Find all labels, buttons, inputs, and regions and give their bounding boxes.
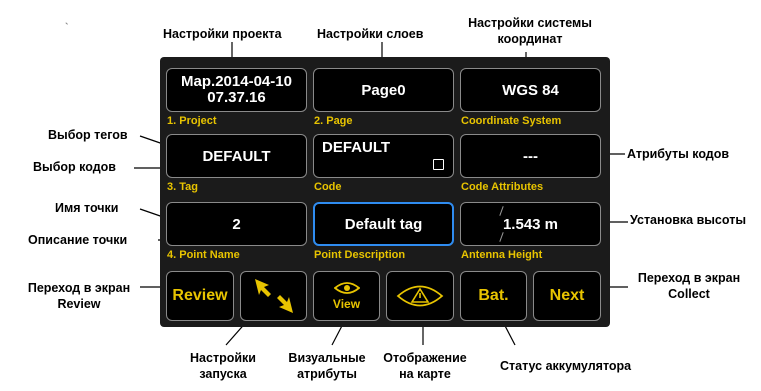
- antenna-tick-bottom: [499, 232, 504, 242]
- point-name-label: 4. Point Name: [167, 249, 240, 261]
- antenna-height-label: Antenna Height: [461, 249, 543, 261]
- annotation-layer-settings: Настройки слоев: [317, 27, 424, 41]
- project-field[interactable]: Map.2014-04-10 07.37.16: [166, 68, 307, 112]
- annotation-collect: Переход в экран Collect: [637, 271, 741, 301]
- annotation-review: Переход в экран Review: [27, 281, 131, 311]
- annotation-battery: Статус аккумулятора: [500, 359, 632, 373]
- code-value: DEFAULT: [322, 139, 391, 156]
- annotation-code-attrs: Атрибуты кодов: [627, 147, 730, 161]
- visual-attributes-button[interactable]: View: [313, 271, 380, 321]
- coordinate-system-label: Coordinate System: [461, 115, 562, 127]
- code-label: Code: [314, 181, 342, 193]
- eye-icon: [333, 282, 360, 294]
- antenna-tick-top: [499, 206, 504, 216]
- tag-label: 3. Tag: [167, 181, 198, 193]
- checkbox-icon[interactable]: [433, 159, 444, 170]
- annotation-point-desc: Описание точки: [28, 233, 128, 247]
- annotation-coord-settings: Настройки системы координат: [468, 16, 592, 46]
- code-field[interactable]: DEFAULT: [313, 134, 454, 178]
- annotation-point-name: Имя точки: [55, 201, 119, 215]
- view-label: View: [332, 297, 361, 311]
- project-label: 1. Project: [167, 115, 217, 127]
- annotation-visual: Визуальные атрибуты: [288, 351, 366, 381]
- annotation-code-select: Выбор кодов: [33, 160, 116, 174]
- next-button[interactable]: Next: [533, 271, 601, 321]
- code-attributes-label: Code Attributes: [461, 181, 544, 193]
- annotation-project-settings: Настройки проекта: [163, 27, 282, 41]
- page-label: 2. Page: [314, 115, 353, 127]
- antenna-height-field[interactable]: 1.543 m: [460, 202, 601, 246]
- antenna-height-value: 1.543 m: [502, 215, 559, 233]
- point-description-label: Point Description: [314, 249, 406, 261]
- annotation-startup: Настройки запуска: [190, 351, 256, 381]
- annotation-map: Отображение на карте: [383, 351, 467, 381]
- coordinate-system-field[interactable]: WGS 84: [460, 68, 601, 112]
- warning-triangle-icon: [396, 285, 444, 307]
- tag-field[interactable]: DEFAULT: [166, 134, 307, 178]
- point-description-field[interactable]: Default tag: [313, 202, 454, 246]
- arrows-icon: [254, 279, 293, 313]
- code-attributes-field[interactable]: ---: [460, 134, 601, 178]
- stray-mark: ˎ: [65, 11, 69, 25]
- battery-status-button[interactable]: Bat.: [460, 271, 527, 321]
- project-value-time: 07.37.16: [207, 89, 266, 106]
- review-button[interactable]: Review: [166, 271, 234, 321]
- annotation-tag-select: Выбор тегов: [48, 128, 128, 142]
- page-field[interactable]: Page0: [313, 68, 454, 112]
- project-value: Map.2014-04-10: [181, 73, 292, 90]
- annotation-height-set: Установка высоты: [630, 213, 746, 227]
- startup-settings-button[interactable]: [240, 271, 307, 321]
- point-name-field[interactable]: 2: [166, 202, 307, 246]
- map-display-button[interactable]: [386, 271, 454, 321]
